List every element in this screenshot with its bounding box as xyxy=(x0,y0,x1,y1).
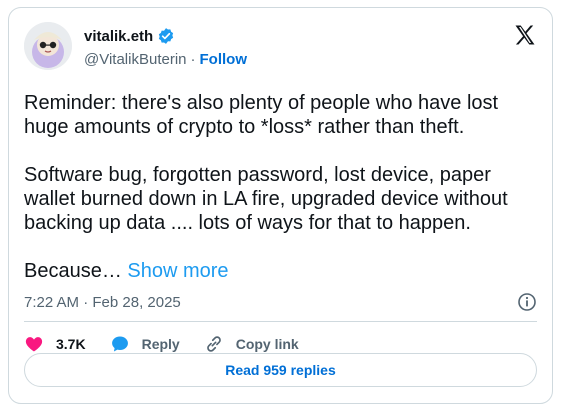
read-replies-label: Read 959 replies xyxy=(225,362,336,378)
tweet-body: Reminder: there's also plenty of people … xyxy=(24,92,508,282)
author-handle[interactable]: @VitalikButerin xyxy=(84,51,187,68)
info-icon[interactable] xyxy=(517,292,537,312)
read-replies-button[interactable]: Read 959 replies xyxy=(24,353,537,387)
author-handle-row: @VitalikButerin · Follow xyxy=(84,51,247,68)
copy-link-label: Copy link xyxy=(235,336,299,352)
separator-dot: · xyxy=(190,51,196,68)
like-count: 3.7K xyxy=(56,336,86,352)
divider xyxy=(24,321,537,322)
heart-icon xyxy=(24,334,44,354)
like-button[interactable]: 3.7K xyxy=(24,334,86,354)
follow-button[interactable]: Follow xyxy=(200,51,248,68)
reply-bubble-icon xyxy=(110,334,130,354)
link-icon xyxy=(204,334,224,354)
author-display-name[interactable]: vitalik.eth xyxy=(84,28,153,45)
verified-badge-icon xyxy=(157,27,175,45)
tweet-timestamp[interactable]: 7:22 AM · Feb 28, 2025 xyxy=(24,294,181,311)
copy-link-button[interactable]: Copy link xyxy=(204,334,299,354)
x-logo-icon[interactable] xyxy=(513,23,537,47)
author-name-row: vitalik.eth xyxy=(84,27,175,45)
avatar[interactable] xyxy=(24,22,72,70)
tweet-text: Reminder: there's also plenty of people … xyxy=(24,91,539,283)
reply-button[interactable]: Reply xyxy=(110,334,180,354)
tweet-card: vitalik.eth @VitalikButerin · Follow Rem… xyxy=(8,7,553,404)
show-more-link[interactable]: Show more xyxy=(127,260,228,282)
reply-label: Reply xyxy=(141,336,180,352)
